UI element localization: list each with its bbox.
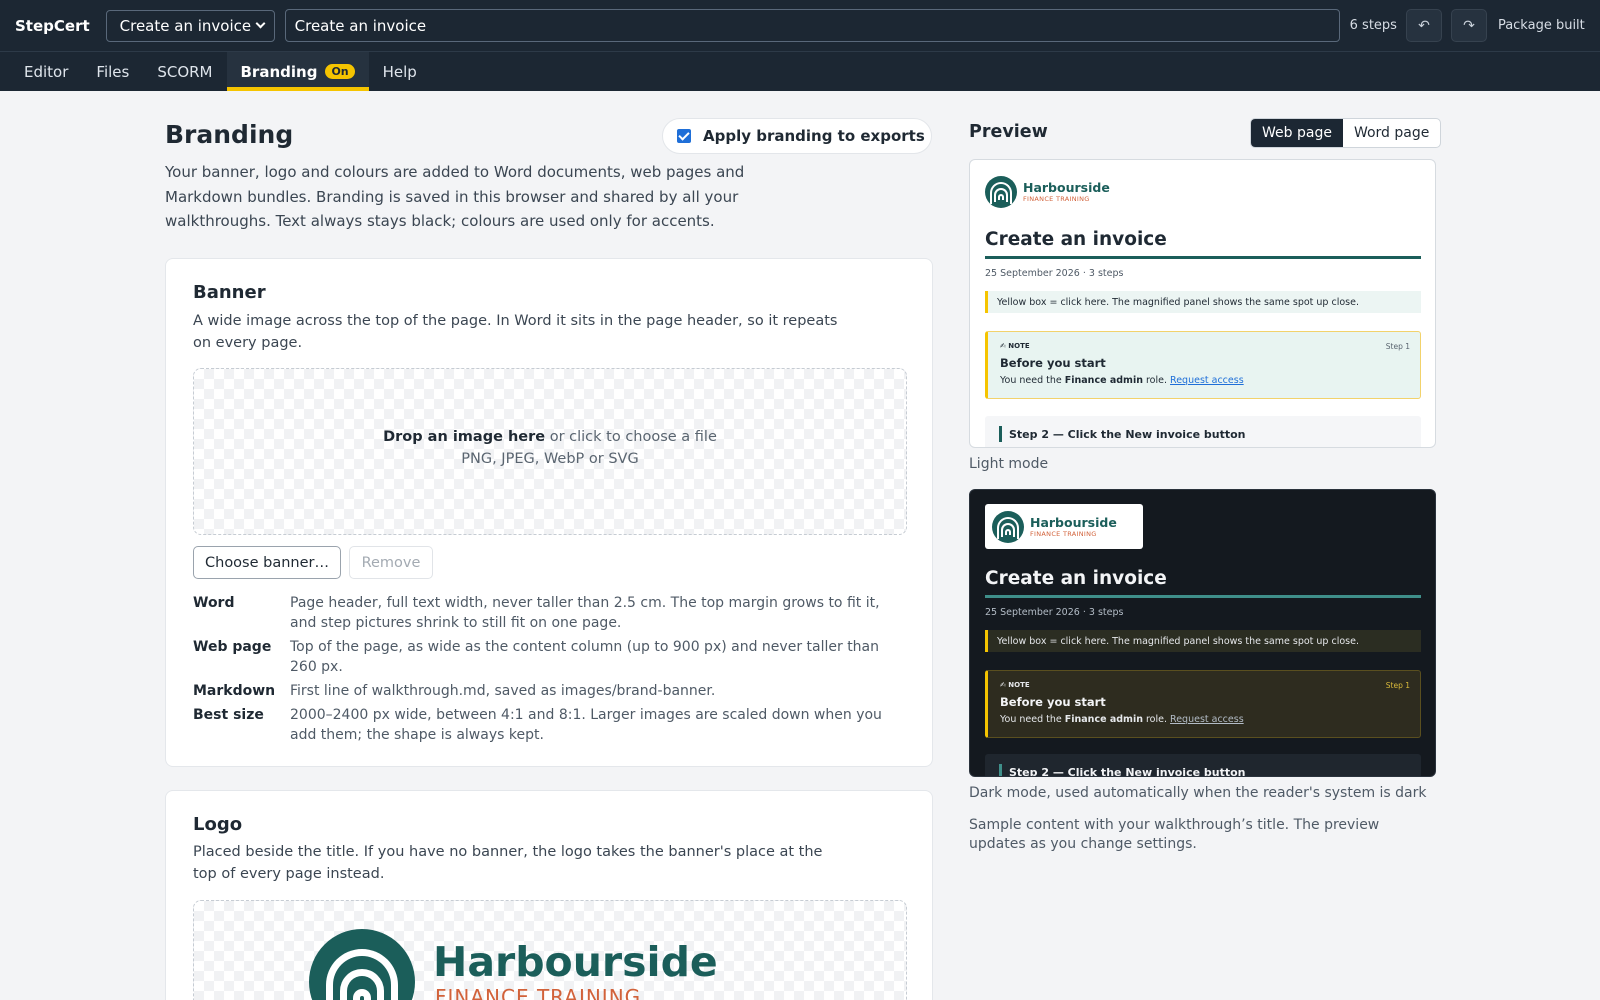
page-title: Branding xyxy=(165,120,294,149)
preview-logo-name: Harbourside xyxy=(1030,514,1117,530)
preview-footnote: Sample content with your walkthrough’s t… xyxy=(969,817,1380,852)
spec-key: Markdown xyxy=(193,683,276,699)
preview-logo: Harbourside FINANCE TRAINING xyxy=(985,176,1110,208)
apply-branding-label: Apply branding to exports xyxy=(703,127,925,145)
logo-mark-icon xyxy=(992,511,1024,543)
tab-help[interactable]: Help xyxy=(369,52,431,91)
preview-mode-word[interactable]: Word page xyxy=(1343,119,1440,147)
drop-zone-formats: PNG, JPEG, WebP or SVG xyxy=(461,451,639,467)
logo-subtitle: FINANCE TRAINING xyxy=(435,985,642,1000)
remove-banner-button[interactable]: Remove xyxy=(349,546,433,579)
banner-description: A wide image across the top of the page.… xyxy=(193,313,838,351)
logo-image: Harbourside FINANCE TRAINING xyxy=(309,929,718,1000)
app-name: StepCert xyxy=(15,16,90,35)
logo-mark-icon xyxy=(309,929,415,1000)
dark-mode-caption: Dark mode, used automatically when the r… xyxy=(969,785,1427,801)
preview-meta: 25 September 2026 · 3 steps xyxy=(985,268,1124,279)
spec-row-markdown: Markdown First line of walkthrough.md, s… xyxy=(193,681,913,701)
preview-hint-text: Yellow box = click here. The magnified p… xyxy=(997,635,1359,647)
tab-label: Editor xyxy=(24,62,69,81)
logo-mark-icon xyxy=(985,176,1017,208)
drop-zone-strong: Drop an image here xyxy=(383,429,546,445)
chevron-down-icon xyxy=(255,18,266,29)
walkthrough-select[interactable]: Create an invoice xyxy=(105,9,275,42)
tab-label: Files xyxy=(96,62,130,81)
preview-meta: 25 September 2026 · 3 steps xyxy=(985,607,1124,618)
logo-drop-zone[interactable]: Harbourside FINANCE TRAINING xyxy=(193,900,907,1000)
branding-on-badge: On xyxy=(325,64,355,79)
note-title: Before you start xyxy=(1000,695,1106,709)
banner-card: Banner A wide image across the top of th… xyxy=(165,258,933,767)
drop-zone-text: Drop an image here or click to choose a … xyxy=(194,426,906,470)
note-body: You need the Finance admin role. Request… xyxy=(1000,375,1244,386)
note-step: Step 1 xyxy=(1385,681,1410,690)
steps-count: 6 steps xyxy=(1349,18,1397,33)
preview-logo-subtitle: FINANCE TRAINING xyxy=(1023,194,1090,203)
note-tag: ✍ NOTE xyxy=(1000,342,1030,350)
preview-step-2: Step 2 — Click the New invoice button xyxy=(985,416,1421,447)
spec-key: Web page xyxy=(193,639,272,655)
banner-specs: Word Page header, full text width, never… xyxy=(193,593,913,749)
redo-icon: ↷ xyxy=(1463,17,1475,34)
tab-editor[interactable]: Editor xyxy=(10,52,82,91)
spec-key: Word xyxy=(193,595,235,611)
apply-branding-toggle[interactable]: Apply branding to exports xyxy=(662,118,932,154)
package-status: Package built xyxy=(1497,18,1585,33)
spec-value: Top of the page, as wide as the content … xyxy=(290,639,880,675)
note-tag: ✍ NOTE xyxy=(1000,681,1030,689)
redo-button[interactable]: ↷ xyxy=(1450,9,1487,42)
preview-light: Harbourside FINANCE TRAINING Create an i… xyxy=(969,159,1436,448)
undo-button[interactable]: ↶ xyxy=(1405,9,1442,42)
preview-mode-web[interactable]: Web page xyxy=(1251,119,1343,147)
spec-key: Best size xyxy=(193,707,264,723)
preview-note: ✍ NOTE Step 1 Before you start You need … xyxy=(985,331,1421,399)
logo-name: Harbourside xyxy=(433,938,718,986)
drop-zone-rest: or click to choose a file xyxy=(545,429,717,445)
spec-value: Page header, full text width, never tall… xyxy=(290,595,880,631)
undo-icon: ↶ xyxy=(1418,17,1430,34)
note-step: Step 1 xyxy=(1385,342,1410,351)
spec-row-web-page: Web page Top of the page, as wide as the… xyxy=(193,637,913,677)
preview-logo: Harbourside FINANCE TRAINING xyxy=(992,511,1117,543)
preview-logo-name: Harbourside xyxy=(1023,179,1110,195)
top-bar: StepCert Create an invoice 6 steps ↶ ↷ P… xyxy=(0,0,1600,51)
tab-files[interactable]: Files xyxy=(82,52,143,91)
tab-bar: Editor Files SCORM Branding On Help xyxy=(0,51,1600,91)
logo-description: Placed beside the title. If you have no … xyxy=(193,844,823,882)
spec-value: 2000–2400 px wide, between 4:1 and 8:1. … xyxy=(290,707,882,743)
preview-logo-subtitle: FINANCE TRAINING xyxy=(1030,529,1097,538)
preview-mode-switch: Web page Word page xyxy=(1250,118,1442,148)
choose-banner-button[interactable]: Choose banner… xyxy=(193,546,341,579)
light-mode-caption: Light mode xyxy=(969,456,1049,472)
preview-title: Preview xyxy=(969,122,1048,142)
note-body: You need the Finance admin role. Request… xyxy=(1000,714,1244,725)
banner-drop-zone[interactable]: Drop an image here or click to choose a … xyxy=(193,368,907,535)
branding-intro: Your banner, logo and colours are added … xyxy=(165,163,745,230)
logo-title: Logo xyxy=(193,814,243,835)
tab-branding[interactable]: Branding On xyxy=(226,52,369,91)
apply-branding-checkbox[interactable] xyxy=(677,129,691,143)
preview-note: ✍ NOTE Step 1 Before you start You need … xyxy=(985,670,1421,738)
request-access-link[interactable]: Request access xyxy=(1170,375,1244,386)
walkthrough-select-value: Create an invoice xyxy=(119,16,252,35)
preview-doc-title: Create an invoice xyxy=(985,568,1421,598)
note-title: Before you start xyxy=(1000,356,1106,370)
tab-label: Help xyxy=(382,62,417,81)
preview-hint: Yellow box = click here. The magnified p… xyxy=(985,291,1421,313)
preview-doc-title: Create an invoice xyxy=(985,229,1421,259)
preview-dark: Harbourside FINANCE TRAINING Create an i… xyxy=(969,489,1436,777)
preview-hint: Yellow box = click here. The magnified p… xyxy=(985,630,1421,652)
preview-logo-plate: Harbourside FINANCE TRAINING xyxy=(985,504,1143,549)
preview-step-2: Step 2 — Click the New invoice button xyxy=(985,754,1421,776)
spec-row-word: Word Page header, full text width, never… xyxy=(193,593,913,633)
walkthrough-title-input[interactable] xyxy=(284,9,1340,42)
request-access-link[interactable]: Request access xyxy=(1170,714,1244,725)
tab-label: Branding xyxy=(240,62,318,81)
tab-label: SCORM xyxy=(157,62,213,81)
banner-title: Banner xyxy=(193,282,266,303)
spec-value: First line of walkthrough.md, saved as i… xyxy=(290,683,716,699)
spec-row-best-size: Best size 2000–2400 px wide, between 4:1… xyxy=(193,705,913,745)
tab-scorm[interactable]: SCORM xyxy=(143,52,226,91)
logo-card: Logo Placed beside the title. If you hav… xyxy=(165,790,933,1000)
